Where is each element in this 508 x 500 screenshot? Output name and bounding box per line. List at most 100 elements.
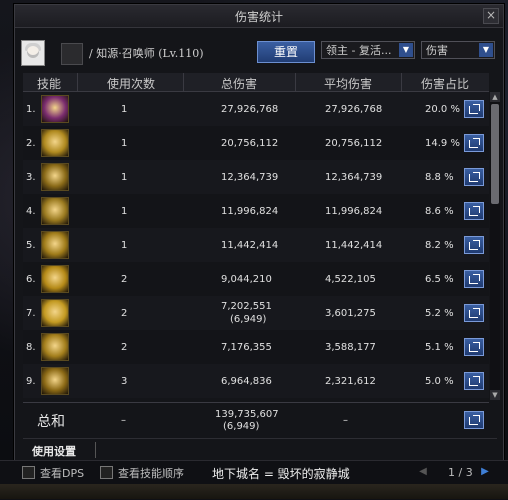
row-damage-share: 8.8 % xyxy=(425,172,454,183)
window-titlebar[interactable]: 伤害统计 × xyxy=(15,5,503,28)
table-row: 3. 1 12,364,739 12,364,739 8.8 % xyxy=(23,160,489,194)
total-label: 总和 xyxy=(37,414,65,430)
type-filter-dropdown[interactable]: 伤害 ▼ xyxy=(421,41,495,59)
table-header: 技能 使用次数 总伤害 平均伤害 伤害占比 xyxy=(23,73,489,92)
column-header-skill: 技能 xyxy=(36,77,61,91)
target-filter-dropdown[interactable]: 领主 - 复活... ▼ xyxy=(321,41,415,59)
share-icon[interactable] xyxy=(464,236,484,254)
row-rank: 1. xyxy=(26,104,36,115)
table-row: 9. 3 6,964,836 2,321,612 5.0 % xyxy=(23,364,489,398)
table-row: 6. 2 9,044,210 4,522,105 6.5 % xyxy=(23,262,489,296)
column-header-total: 总伤害 xyxy=(220,77,257,91)
row-average-damage: 12,364,739 xyxy=(325,172,383,183)
row-average-damage: 27,926,768 xyxy=(325,104,383,115)
total-uses: – xyxy=(121,415,126,426)
show-order-checkbox[interactable] xyxy=(100,466,113,479)
close-button[interactable]: × xyxy=(483,8,499,24)
table-row: 5. 1 11,442,414 11,442,414 8.2 % xyxy=(23,228,489,262)
row-rank: 7. xyxy=(26,308,36,319)
row-total-damage: 7,176,355 xyxy=(221,342,272,353)
row-total-damage: 11,442,414 xyxy=(221,240,279,251)
table-row: 7. 2 7,202,551 (6,949) 3,601,275 5.2 % xyxy=(23,296,489,330)
share-icon[interactable] xyxy=(464,304,484,322)
column-header-average: 平均伤害 xyxy=(323,77,372,91)
table-row: 2. 1 20,756,112 20,756,112 14.9 % xyxy=(23,126,489,160)
row-total-damage: 20,756,112 xyxy=(221,138,279,149)
row-uses: 1 xyxy=(121,104,128,115)
row-uses: 3 xyxy=(121,376,128,387)
row-average-damage: 11,442,414 xyxy=(325,240,383,251)
share-icon[interactable] xyxy=(464,100,484,118)
row-damage-share: 8.2 % xyxy=(425,240,454,251)
skill-5-icon xyxy=(41,231,69,259)
damage-stats-window: 伤害统计 × / 知源·召唤师 (Lv.110) 重置 领主 - 复活... ▼ … xyxy=(14,4,504,462)
row-damage-share: 6.5 % xyxy=(425,274,454,285)
scroll-thumb[interactable] xyxy=(491,104,499,204)
show-order-label: 查看技能顺序 xyxy=(118,467,184,480)
player-name: / 知源·召唤师 (Lv.110) xyxy=(89,47,204,60)
row-uses: 2 xyxy=(121,342,128,353)
share-icon[interactable] xyxy=(464,202,484,220)
row-uses: 2 xyxy=(121,308,128,319)
row-total-damage: 12,364,739 xyxy=(221,172,279,183)
row-total-damage: 27,926,768 xyxy=(221,104,279,115)
skill-9-icon xyxy=(41,367,69,395)
total-damage: 139,735,607 xyxy=(215,409,279,420)
row-total-damage: 9,044,210 xyxy=(221,274,272,285)
row-rank: 3. xyxy=(26,172,36,183)
row-rank: 9. xyxy=(26,376,36,387)
settings-label[interactable]: 使用设置 xyxy=(32,443,76,459)
pagination: ◀ 1 / 3 ▶ xyxy=(416,465,492,481)
scrollbar[interactable]: ▲ ▼ xyxy=(490,92,500,400)
row-uses: 1 xyxy=(121,206,128,217)
skill-4-icon xyxy=(41,197,69,225)
row-damage-share: 14.9 % xyxy=(425,138,460,149)
row-average-damage: 3,588,177 xyxy=(325,342,376,353)
target-filter-value: 领主 - 复活... xyxy=(326,44,392,57)
table-row: 1. 1 27,926,768 27,926,768 20.0 % xyxy=(23,92,489,126)
page-indicator: 1 / 3 xyxy=(448,466,473,479)
row-rank: 8. xyxy=(26,342,36,353)
type-filter-value: 伤害 xyxy=(426,44,448,57)
share-icon[interactable] xyxy=(464,338,484,356)
row-rank: 5. xyxy=(26,240,36,251)
scroll-down-icon[interactable]: ▼ xyxy=(490,390,500,400)
share-icon[interactable] xyxy=(464,134,484,152)
row-rank: 6. xyxy=(26,274,36,285)
show-dps-checkbox[interactable] xyxy=(22,466,35,479)
guild-emblem-icon xyxy=(61,43,83,65)
row-average-damage: 4,522,105 xyxy=(325,274,376,285)
row-total-damage: 6,964,836 xyxy=(221,376,272,387)
skill-8-icon xyxy=(41,333,69,361)
share-icon[interactable] xyxy=(464,270,484,288)
column-header-share: 伤害占比 xyxy=(420,77,469,91)
total-damage-sub: (6,949) xyxy=(223,421,260,432)
skill-3-icon xyxy=(41,163,69,191)
scroll-up-icon[interactable]: ▲ xyxy=(490,92,500,102)
row-damage-share: 8.6 % xyxy=(425,206,454,217)
share-icon[interactable] xyxy=(464,372,484,390)
row-total-damage: 11,996,824 xyxy=(221,206,279,217)
chevron-down-icon[interactable]: ▼ xyxy=(479,43,493,57)
column-header-uses: 使用次数 xyxy=(106,77,155,91)
row-damage-share: 5.1 % xyxy=(425,342,454,353)
row-damage-share: 20.0 % xyxy=(425,104,460,115)
prev-page-icon[interactable]: ◀ xyxy=(416,465,430,479)
share-icon[interactable] xyxy=(464,168,484,186)
row-uses: 2 xyxy=(121,274,128,285)
next-page-icon[interactable]: ▶ xyxy=(478,465,492,479)
skill-table: 1. 1 27,926,768 27,926,768 20.0 % 2. 1 20,756,1… xyxy=(23,92,489,400)
row-uses: 1 xyxy=(121,138,128,149)
total-row: 总和 – 139,735,607 (6,949) – xyxy=(23,402,489,437)
row-damage-share: 5.2 % xyxy=(425,308,454,319)
row-average-damage: 11,996,824 xyxy=(325,206,383,217)
row-average-damage: 2,321,612 xyxy=(325,376,376,387)
skill-2-icon xyxy=(41,129,69,157)
dungeon-name: 地下城名 = 毁坏的寂静城 xyxy=(212,467,350,481)
reset-button[interactable]: 重置 xyxy=(257,41,315,63)
chevron-down-icon[interactable]: ▼ xyxy=(399,43,413,57)
row-uses: 1 xyxy=(121,172,128,183)
share-icon[interactable] xyxy=(464,411,484,429)
row-average-damage: 3,601,275 xyxy=(325,308,376,319)
row-uses: 1 xyxy=(121,240,128,251)
